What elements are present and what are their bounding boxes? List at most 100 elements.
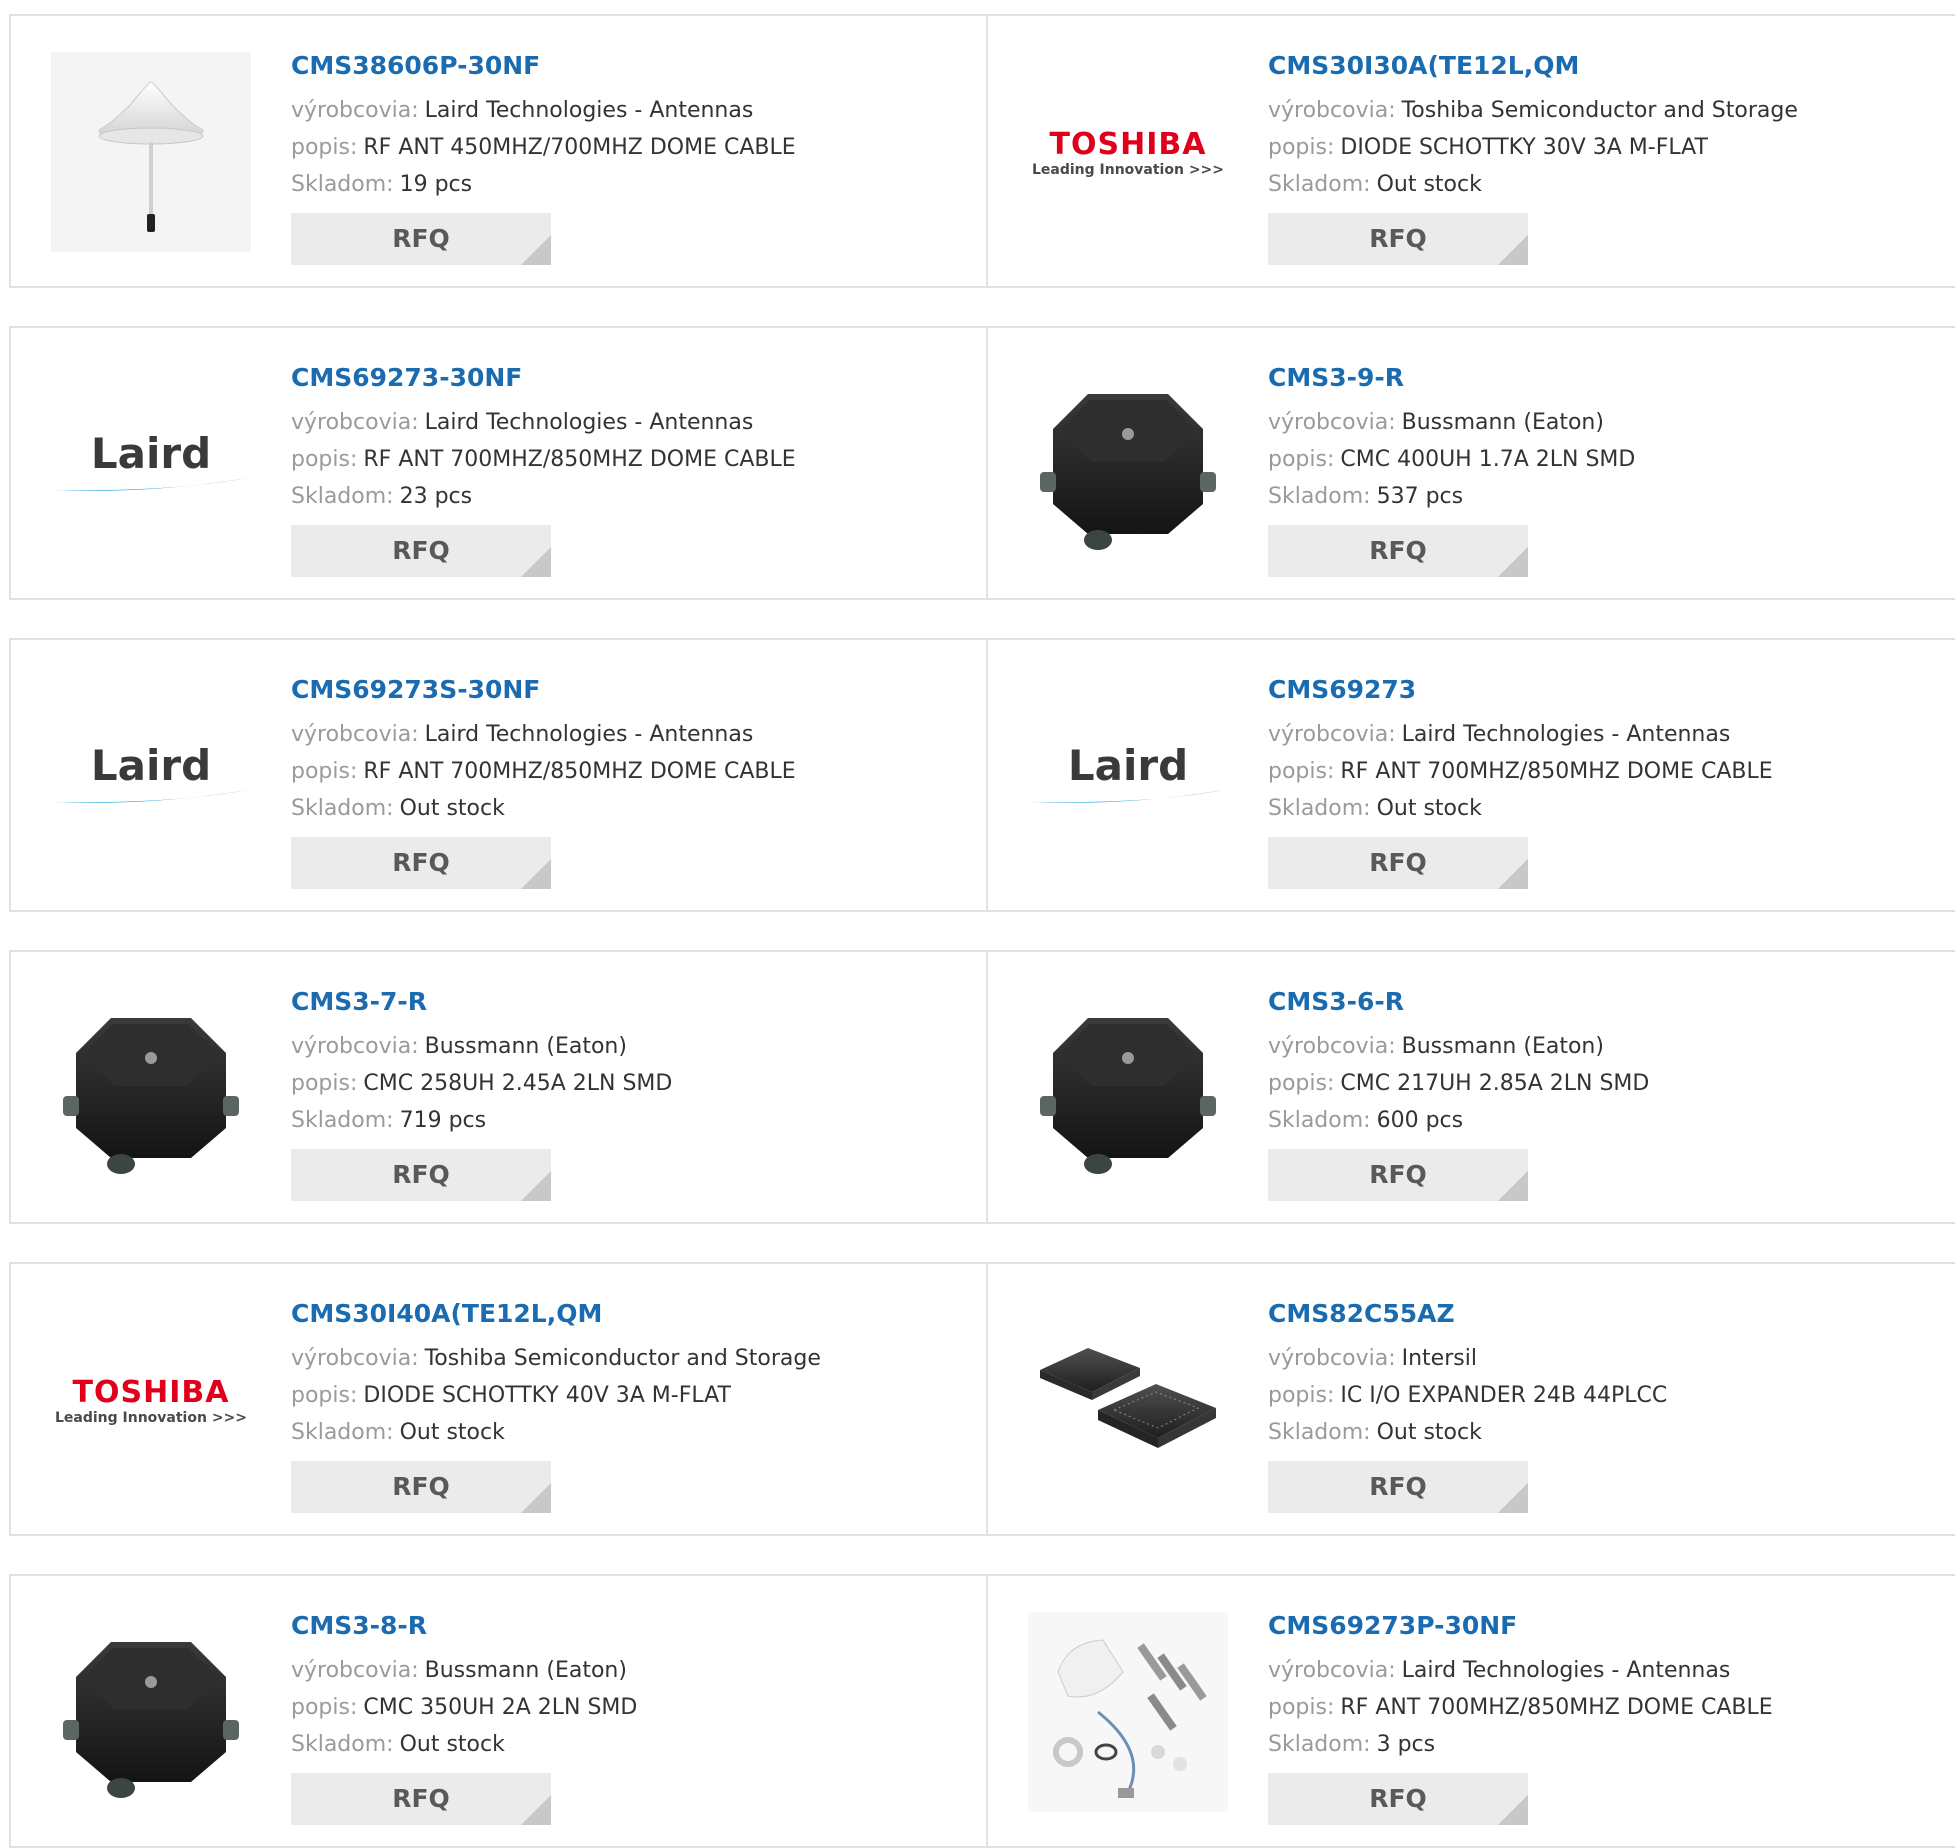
stock-label: Skladom: (1268, 796, 1371, 821)
part-number-link[interactable]: CMS3-7-R (291, 982, 951, 1028)
laird-swoosh-icon (53, 478, 247, 491)
product-info: CMS69273 výrobcovia: Laird Technologies - … (1268, 670, 1928, 889)
corner-triangle-icon (1498, 547, 1528, 577)
stock-value: Out stock (399, 1732, 505, 1757)
product-info: CMS30I40A(TE12L,QM výrobcovia: Toshiba Sem… (291, 1294, 951, 1513)
stock-line: Skladom: 600 pcs (1268, 1102, 1928, 1139)
stock-line: Skladom: 3 pcs (1268, 1726, 1928, 1763)
rfq-button[interactable]: RFQ (1268, 213, 1528, 265)
product-thumbnail[interactable] (1028, 990, 1228, 1190)
product-thumbnail[interactable] (1028, 1612, 1228, 1814)
description-value: RF ANT 700MHZ/850MHZ DOME CABLE (363, 447, 796, 472)
dome-antenna-icon (51, 52, 251, 256)
manufacturer-label: výrobcovia: (291, 1658, 419, 1683)
product-card: Laird CMS69273 výrobcovia: Laird Technologi… (988, 640, 1955, 910)
description-line: popis: CMC 217UH 2.85A 2LN SMD (1268, 1065, 1928, 1102)
part-number-link[interactable]: CMS69273S-30NF (291, 670, 951, 716)
product-row: CMS3-8-R výrobcovia: Bussmann (Eaton) popis… (9, 1574, 1955, 1848)
product-card: Laird CMS69273-30NF výrobcovia: Laird Techn… (11, 328, 988, 598)
description-line: popis: RF ANT 450MHZ/700MHZ DOME CABLE (291, 129, 951, 166)
manufacturer-value: Laird Technologies - Antennas (1401, 1658, 1731, 1683)
corner-triangle-icon (521, 859, 551, 889)
corner-triangle-icon (1498, 1795, 1528, 1825)
part-number-link[interactable]: CMS69273 (1268, 670, 1928, 716)
stock-value: Out stock (1376, 172, 1482, 197)
product-thumbnail[interactable] (1028, 366, 1228, 566)
laird-logo: Laird (1028, 744, 1228, 812)
rfq-button[interactable]: RFQ (291, 525, 551, 577)
manufacturer-value: Laird Technologies - Antennas (424, 98, 754, 123)
corner-triangle-icon (1498, 235, 1528, 265)
description-line: popis: RF ANT 700MHZ/850MHZ DOME CABLE (291, 441, 951, 478)
manufacturer-label: výrobcovia: (1268, 1658, 1396, 1683)
product-thumbnail[interactable]: Laird (51, 678, 251, 878)
product-info: CMS69273S-30NF výrobcovia: Laird Technolog… (291, 670, 951, 889)
manufacturer-label: výrobcovia: (1268, 722, 1396, 747)
rfq-button-label: RFQ (392, 848, 450, 877)
rfq-button[interactable]: RFQ (1268, 1149, 1528, 1201)
part-number-link[interactable]: CMS30I40A(TE12L,QM (291, 1294, 951, 1340)
stock-value: Out stock (399, 1420, 505, 1445)
description-value: CMC 217UH 2.85A 2LN SMD (1340, 1071, 1650, 1096)
stock-value: 3 pcs (1376, 1732, 1436, 1757)
product-thumbnail[interactable]: Laird (51, 366, 251, 566)
manufacturer-label: výrobcovia: (291, 410, 419, 435)
rfq-button-label: RFQ (1369, 1160, 1427, 1189)
manufacturer-value: Laird Technologies - Antennas (424, 722, 754, 747)
description-line: popis: CMC 258UH 2.45A 2LN SMD (291, 1065, 951, 1102)
description-value: CMC 350UH 2A 2LN SMD (363, 1695, 638, 1720)
manufacturer-line: výrobcovia: Laird Technologies - Antennas (1268, 716, 1928, 753)
description-label: popis: (291, 447, 358, 472)
octagon-inductor-icon (1028, 988, 1228, 1192)
manufacturer-value: Intersil (1401, 1346, 1477, 1371)
laird-logo-name: Laird (90, 429, 212, 478)
manufacturer-line: výrobcovia: Toshiba Semiconductor and Sto… (291, 1340, 951, 1377)
rfq-button-label: RFQ (1369, 1784, 1427, 1813)
stock-line: Skladom: 719 pcs (291, 1102, 951, 1139)
stock-label: Skladom: (1268, 484, 1371, 509)
toshiba-logo: TOSHIBA Leading Innovation >>> (1032, 129, 1224, 179)
product-thumbnail[interactable]: Laird (1028, 678, 1228, 878)
stock-label: Skladom: (291, 796, 394, 821)
product-info: CMS3-6-R výrobcovia: Bussmann (Eaton) popis… (1268, 982, 1928, 1201)
manufacturer-value: Bussmann (Eaton) (1401, 410, 1604, 435)
part-number-link[interactable]: CMS38606P-30NF (291, 46, 951, 92)
product-row: CMS38606P-30NF výrobcovia: Laird Technolog… (9, 14, 1955, 288)
rfq-button[interactable]: RFQ (291, 1149, 551, 1201)
part-number-link[interactable]: CMS3-9-R (1268, 358, 1928, 404)
product-row: Laird CMS69273S-30NF výrobcovia: Laird Tech… (9, 638, 1955, 912)
product-thumbnail[interactable] (1028, 1300, 1228, 1502)
rfq-button[interactable]: RFQ (291, 213, 551, 265)
description-value: RF ANT 700MHZ/850MHZ DOME CABLE (1340, 759, 1773, 784)
part-number-link[interactable]: CMS69273-30NF (291, 358, 951, 404)
rfq-button[interactable]: RFQ (1268, 837, 1528, 889)
product-thumbnail[interactable]: TOSHIBA Leading Innovation >>> (1028, 54, 1228, 254)
product-thumbnail[interactable] (51, 990, 251, 1190)
part-number-link[interactable]: CMS3-8-R (291, 1606, 951, 1652)
stock-line: Skladom: 537 pcs (1268, 478, 1928, 515)
manufacturer-value: Toshiba Semiconductor and Storage (1401, 98, 1798, 123)
description-value: DIODE SCHOTTKY 30V 3A M-FLAT (1340, 135, 1708, 160)
rfq-button[interactable]: RFQ (291, 1461, 551, 1513)
stock-value: Out stock (1376, 1420, 1482, 1445)
product-thumbnail[interactable] (51, 1614, 251, 1814)
part-number-link[interactable]: CMS82C55AZ (1268, 1294, 1928, 1340)
corner-triangle-icon (521, 1171, 551, 1201)
stock-label: Skladom: (1268, 1420, 1371, 1445)
rfq-button[interactable]: RFQ (291, 1773, 551, 1825)
description-value: RF ANT 700MHZ/850MHZ DOME CABLE (363, 759, 796, 784)
rfq-button[interactable]: RFQ (1268, 1461, 1528, 1513)
corner-triangle-icon (521, 1483, 551, 1513)
part-number-link[interactable]: CMS3-6-R (1268, 982, 1928, 1028)
rfq-button-label: RFQ (392, 1472, 450, 1501)
part-number-link[interactable]: CMS30I30A(TE12L,QM (1268, 46, 1928, 92)
product-thumbnail[interactable] (51, 52, 251, 256)
corner-triangle-icon (521, 1795, 551, 1825)
rfq-button[interactable]: RFQ (1268, 1773, 1528, 1825)
product-row: Laird CMS69273-30NF výrobcovia: Laird Techn… (9, 326, 1955, 600)
manufacturer-line: výrobcovia: Bussmann (Eaton) (1268, 404, 1928, 441)
part-number-link[interactable]: CMS69273P-30NF (1268, 1606, 1928, 1652)
rfq-button[interactable]: RFQ (291, 837, 551, 889)
rfq-button[interactable]: RFQ (1268, 525, 1528, 577)
product-thumbnail[interactable]: TOSHIBA Leading Innovation >>> (51, 1302, 251, 1502)
